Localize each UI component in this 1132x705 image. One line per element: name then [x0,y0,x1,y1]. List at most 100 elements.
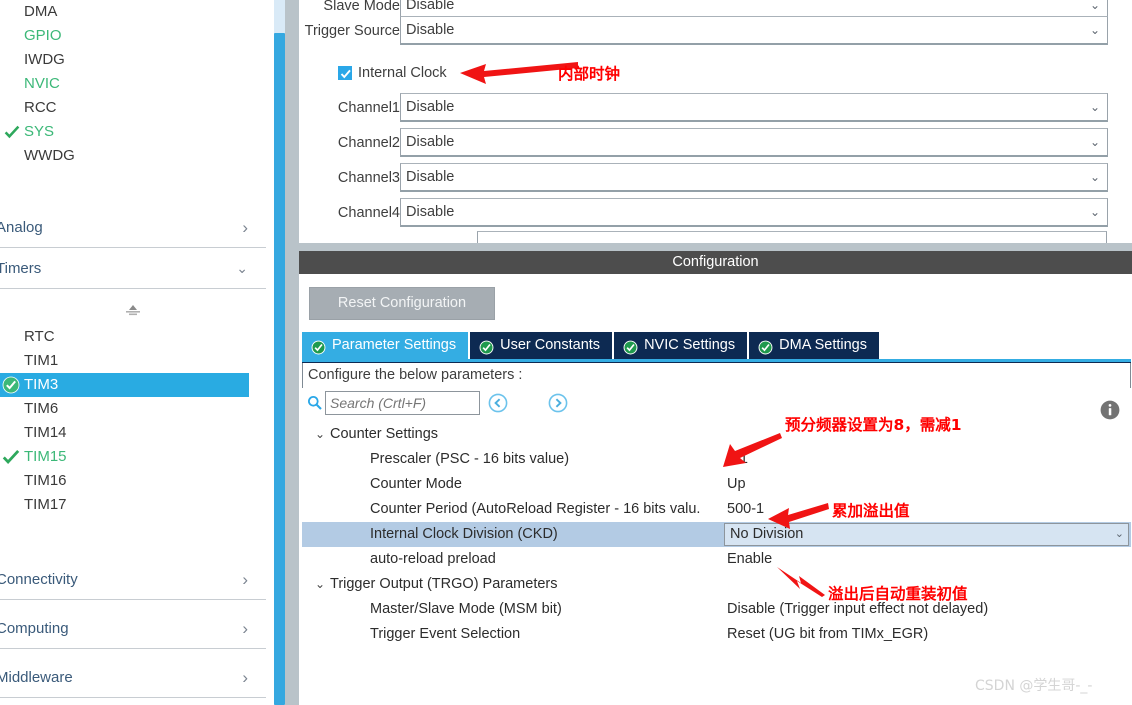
parameter-row[interactable]: ⌄ Trigger Output (TRGO) Parameters [302,572,1131,597]
scrollbar-thumb[interactable] [274,33,285,705]
timer-item-label: TIM14 [24,424,67,441]
chevron-right-icon: › [242,218,248,237]
search-icon [307,395,323,411]
green-check-badge-icon [623,338,638,355]
timer-item-tim6[interactable]: TIM6 [0,397,249,421]
peripheral-item-wwdg[interactable]: WWDG [0,144,266,168]
sidebar-splitter-handle[interactable] [118,303,148,317]
timer-item-label: TIM6 [24,400,59,417]
peripheral-item-label: WWDG [24,147,75,164]
peripheral-item-iwdg[interactable]: IWDG [0,48,266,72]
timer-item-label: TIM17 [24,496,67,513]
sidebar-group-connectivity[interactable]: Connectivity › [0,559,266,600]
partial-combobox[interactable] [477,231,1107,243]
green-check-badge-icon [479,338,494,355]
timer-item-rtc[interactable]: RTC [0,325,249,349]
timer-item-tim17[interactable]: TIM17 [0,493,249,517]
form-combobox-value: Disable [406,204,455,220]
peripheral-item-label: RCC [24,99,57,116]
peripheral-item-rcc[interactable]: RCC [0,96,266,120]
sidebar-group-analog-label: Analog [0,219,43,236]
sidebar-group-computing-label: Computing [0,620,69,637]
parameter-row[interactable]: Counter Period (AutoReload Register - 16… [302,497,1131,522]
parameter-name: Trigger Output (TRGO) Parameters [330,576,558,592]
tab-label: DMA Settings [779,337,867,353]
search-input-wrapper[interactable] [325,391,480,415]
expand-all-icon[interactable] [547,392,569,414]
form-combobox[interactable]: Disable ⌄ [400,198,1108,227]
annotation-prescaler: 预分频器设置为8，需减1 [785,416,962,434]
tab-label: Parameter Settings [332,337,457,353]
search-input[interactable] [326,392,479,414]
cubemx-window: DMA GPIO IWDG NVIC RCC SYS WWDG Analog › Timer… [0,0,1132,705]
form-combobox[interactable]: Disable ⌄ [400,163,1108,192]
form-row-channel2: Channel2 Disable ⌄ [299,128,1132,158]
form-combobox[interactable]: Disable ⌄ [400,128,1108,157]
timer-item-tim15[interactable]: TIM15 [0,445,249,469]
parameter-name: Trigger Event Selection [370,626,521,642]
sidebar-group-middleware[interactable]: Middleware › [0,657,266,698]
sidebar-group-connectivity-label: Connectivity [0,571,78,588]
info-icon[interactable] [1099,399,1121,421]
parameter-row[interactable]: Prescaler (PSC - 16 bits value)8-1 [302,447,1131,472]
chevron-down-icon[interactable]: ⌄ [312,572,328,597]
timer-item-label: RTC [24,328,55,345]
peripheral-item-sys[interactable]: SYS [0,120,266,144]
timer-item-tim1[interactable]: TIM1 [0,349,249,373]
tab-dma-settings[interactable]: DMA Settings [749,332,879,359]
parameter-row[interactable]: Trigger Event Selection Reset (UG bit fro… [302,622,1131,647]
parameter-search-row [302,390,1131,420]
form-combobox[interactable]: Disable ⌄ [400,93,1108,122]
parameter-row[interactable]: auto-reload preload Enable [302,547,1131,572]
parameter-value: 500-1 [727,501,765,517]
parameter-row[interactable]: Counter Mode Up [302,472,1131,497]
form-label: Channel3 [337,170,400,186]
configuration-tabs: Parameter Settings User Constants NVIC Set… [302,332,881,359]
sidebar-group-analog[interactable]: Analog › [0,207,266,248]
preload-arrow-icon [777,567,825,597]
tab-label: User Constants [500,337,601,353]
form-row-channel3: Channel3 Disable ⌄ [299,163,1132,193]
configuration-body: Reset Configuration Parameter Settings Us… [299,274,1132,705]
peripheral-item-gpio[interactable]: GPIO [0,24,266,48]
period-arrow-icon [768,503,829,529]
chevron-right-icon: › [242,668,248,687]
peripheral-item-label: DMA [24,3,58,20]
parameter-row[interactable]: ⌄ Counter Settings [302,422,1131,447]
parameter-value: Up [727,476,746,492]
sidebar-group-computing[interactable]: Computing › [0,608,266,649]
configuration-title: Configuration [299,251,1132,274]
form-row-trigger-source: Trigger Source Disable ⌄ [299,16,1132,46]
green-check-badge-icon [311,338,326,355]
form-row-channel4: Channel4 Disable ⌄ [299,198,1132,228]
form-label: Channel2 [337,135,400,151]
annotation-period: 累加溢出值 [832,502,910,520]
checkbox-checked-icon[interactable] [338,66,352,80]
chevron-down-icon[interactable]: ⌄ [312,422,328,447]
form-combobox-value: Disable [406,22,455,38]
tab-user-constants[interactable]: User Constants [470,332,613,359]
sidebar-group-timers[interactable]: Timers ⌄ [0,248,266,289]
timer-item-tim16[interactable]: TIM16 [0,469,249,493]
reset-configuration-button[interactable]: Reset Configuration [309,287,495,320]
timer-item-tim3[interactable]: TIM3 [0,373,249,397]
collapse-all-icon[interactable] [487,392,509,414]
parameter-row[interactable]: Master/Slave Mode (MSM bit) Disable (Trig… [302,597,1131,622]
form-label: Channel4 [337,205,400,221]
timer-item-label: TIM1 [24,352,59,369]
tab-label: NVIC Settings [644,337,736,353]
green-check-icon [2,376,20,394]
parameter-name: Master/Slave Mode (MSM bit) [370,601,562,617]
tab-nvic-settings[interactable]: NVIC Settings [614,332,748,359]
form-combobox[interactable]: Disable ⌄ [400,16,1108,45]
timer-item-label: TIM16 [24,472,67,489]
internal-clock-label: Internal Clock [358,65,447,81]
timer-item-tim14[interactable]: TIM14 [0,421,249,445]
peripheral-item-dma[interactable]: DMA [0,0,266,24]
chevron-down-icon: ⌄ [1089,205,1100,219]
parameter-row[interactable]: Internal Clock Division (CKD) No Division… [302,522,1131,547]
chevron-down-icon: ⌄ [1089,170,1100,184]
peripheral-item-nvic[interactable]: NVIC [0,72,266,96]
tab-parameter-settings[interactable]: Parameter Settings [302,332,469,359]
sidebar-vertical-scrollbar[interactable] [274,0,285,705]
